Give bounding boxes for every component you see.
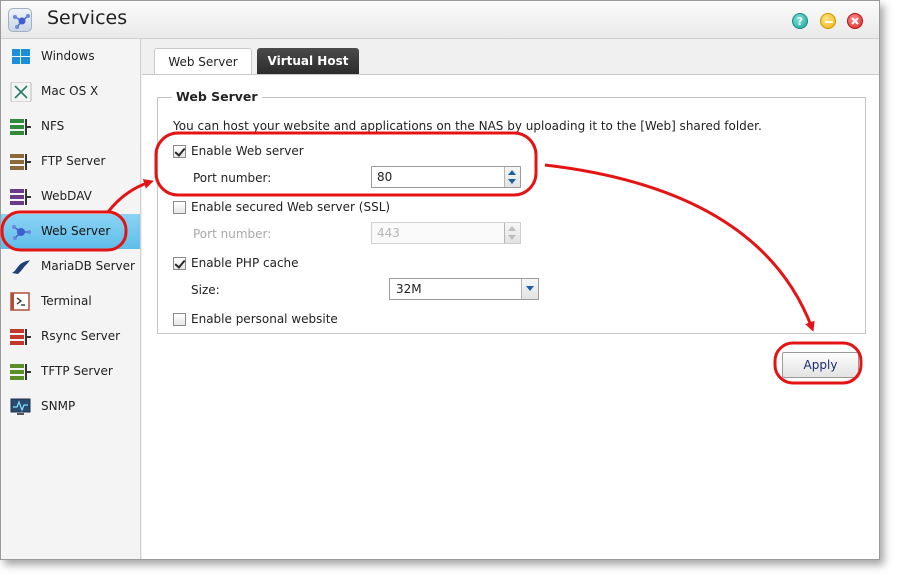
sidebar-item-mariadb-server[interactable]: MariaDB Server: [1, 249, 140, 284]
web-server-icon: [10, 222, 32, 242]
port-number-value: 80: [377, 170, 393, 184]
service-sidebar: Windows Mac OS X NFS FTP Server WebDAV W…: [1, 39, 141, 559]
sidebar-item-label: FTP Server: [41, 154, 106, 168]
cache-size-value: 32M: [396, 282, 422, 296]
sidebar-item-label: Web Server: [41, 224, 111, 238]
ssl-port-number-value: 443: [377, 226, 400, 240]
tab-web-server[interactable]: Web Server: [154, 48, 252, 74]
sidebar-item-label: WebDAV: [41, 189, 92, 203]
services-icon: [8, 8, 32, 32]
chevron-down-icon[interactable]: [521, 279, 538, 299]
sidebar-item-terminal[interactable]: Terminal: [1, 284, 140, 319]
title-bar: Services ?: [1, 1, 879, 39]
sidebar-item-label: Windows: [41, 49, 95, 63]
minimize-icon[interactable]: [820, 13, 836, 29]
enable-ssl-checkbox[interactable]: [173, 201, 186, 214]
port-number-stepper[interactable]: 80: [371, 166, 521, 188]
group-title: Web Server: [172, 89, 262, 104]
terminal-icon: [10, 292, 32, 312]
ssl-port-number-stepper[interactable]: 443: [371, 222, 521, 244]
stepper-arrows-icon[interactable]: [504, 223, 520, 243]
apply-button[interactable]: Apply: [782, 352, 859, 378]
sidebar-item-label: TFTP Server: [41, 364, 113, 378]
sidebar-item-ftp-server[interactable]: FTP Server: [1, 144, 140, 179]
sidebar-item-webdav[interactable]: WebDAV: [1, 179, 140, 214]
sidebar-item-snmp[interactable]: SNMP: [1, 389, 140, 424]
webdav-icon: [10, 187, 32, 207]
enable-php-cache-label: Enable PHP cache: [191, 256, 299, 270]
enable-php-cache-checkbox[interactable]: [173, 257, 186, 270]
windows-icon: [10, 47, 32, 67]
ftp-server-icon: [10, 152, 32, 172]
tab-virtual-host[interactable]: Virtual Host: [257, 48, 359, 74]
sidebar-item-rsync-server[interactable]: Rsync Server: [1, 319, 140, 354]
enable-web-server-checkbox[interactable]: [173, 145, 186, 158]
web-server-panel: Web Server You can host your website and…: [142, 74, 879, 559]
sidebar-item-mac-os-x[interactable]: Mac OS X: [1, 74, 140, 109]
mac-os-x-icon: [10, 81, 32, 103]
window-title: Services: [47, 7, 128, 29]
sidebar-item-label: Mac OS X: [41, 84, 99, 98]
services-window: Services ? Windows Mac OS X NFS FTP Serv…: [0, 0, 880, 560]
stepper-arrows-icon[interactable]: [504, 167, 520, 187]
close-icon[interactable]: [847, 13, 863, 29]
sidebar-item-label: Terminal: [41, 294, 92, 308]
tftp-server-icon: [10, 362, 32, 382]
sidebar-item-tftp-server[interactable]: TFTP Server: [1, 354, 140, 389]
sidebar-item-windows[interactable]: Windows: [1, 39, 140, 74]
nfs-icon: [10, 117, 32, 137]
web-server-description: You can host your website and applicatio…: [173, 119, 762, 133]
enable-ssl-label: Enable secured Web server (SSL): [191, 200, 391, 214]
sidebar-item-label: MariaDB Server: [41, 259, 135, 273]
sidebar-item-label: NFS: [41, 119, 65, 133]
port-number-label: Port number:: [193, 171, 272, 185]
enable-personal-website-checkbox[interactable]: [173, 313, 186, 326]
enable-personal-website-label: Enable personal website: [191, 312, 338, 326]
rsync-server-icon: [10, 327, 32, 347]
sidebar-item-label: SNMP: [41, 399, 76, 413]
cache-size-select[interactable]: 32M: [389, 278, 539, 300]
enable-web-server-label: Enable Web server: [191, 144, 304, 158]
snmp-icon: [10, 397, 32, 417]
sidebar-item-web-server[interactable]: Web Server: [1, 214, 140, 249]
sidebar-item-nfs[interactable]: NFS: [1, 109, 140, 144]
help-icon[interactable]: ?: [792, 13, 808, 29]
ssl-port-number-label: Port number:: [193, 227, 272, 241]
mariadb-server-icon: [10, 257, 32, 277]
sidebar-item-label: Rsync Server: [41, 329, 121, 343]
cache-size-label: Size:: [191, 283, 220, 297]
